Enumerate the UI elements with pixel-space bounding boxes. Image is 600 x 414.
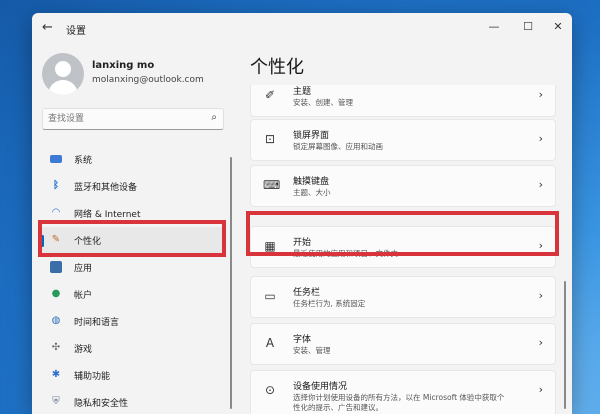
card-title: 锁屏界面	[293, 131, 330, 141]
card-subtitle-line: 选择你计划使用设备的所有方法，以在 Microsoft 体验中获取个	[293, 393, 505, 402]
shield-icon: ⛨	[52, 396, 60, 407]
chevron-right-icon: ›	[538, 383, 543, 396]
sidebar-item-privacy[interactable]: ⛨ 隐私和安全性	[40, 389, 226, 414]
search-input[interactable]	[48, 111, 198, 126]
keyboard-icon: ⌨	[263, 178, 281, 192]
card-subtitle: 任务栏行为, 系统固定	[293, 299, 366, 308]
lock-screen-icon: ⊡	[264, 132, 276, 146]
sidebar-item-personalization[interactable]: ✎ 个性化	[40, 227, 226, 254]
chevron-right-icon: ›	[538, 178, 543, 191]
sidebar-item-network[interactable]: ◠ 网络 & Internet	[40, 200, 226, 227]
chevron-right-icon: ›	[538, 336, 543, 349]
card-themes[interactable]: ✐ 主题 安装、创建、管理 ›	[250, 85, 556, 117]
sidebar-item-apps[interactable]: 应用	[40, 254, 226, 281]
maximize-button[interactable]: ☐	[514, 17, 542, 37]
apps-icon	[50, 261, 62, 273]
settings-content: ✐ 主题 安装、创建、管理 › ⊡ 锁屏界面 锁定屏幕图像、应用和动画 › ⌨ …	[250, 85, 556, 414]
chevron-right-icon: ›	[538, 289, 543, 302]
page-title: 个性化	[250, 57, 304, 78]
wifi-icon: ◠	[51, 207, 61, 218]
card-lock-screen[interactable]: ⊡ 锁屏界面 锁定屏幕图像、应用和动画 ›	[250, 119, 556, 161]
sidebar-item-system[interactable]: 系统	[40, 146, 226, 173]
card-subtitle: 选择你计划使用设备的所有方法，以在 Microsoft 体验中获取个 性化的提示…	[293, 393, 504, 413]
brush-icon: ✐	[264, 88, 276, 102]
device-usage-icon: ⊙	[264, 383, 276, 397]
bluetooth-icon: ᛒ	[53, 180, 59, 191]
account-icon: ●	[51, 288, 61, 299]
system-icon	[50, 155, 62, 163]
font-icon: A	[265, 336, 275, 350]
sidebar-item-accounts[interactable]: ● 帐户	[40, 281, 226, 308]
chevron-right-icon: ›	[538, 132, 543, 145]
active-indicator	[41, 235, 44, 247]
close-button[interactable]: ✕	[544, 17, 572, 37]
chevron-right-icon: ›	[538, 88, 543, 101]
card-title: 主题	[293, 87, 312, 97]
card-taskbar[interactable]: ▭ 任务栏 任务栏行为, 系统固定 ›	[250, 276, 556, 318]
sidebar-item-time-language[interactable]: ◍ 时间和语言	[40, 308, 226, 335]
minimize-button[interactable]: —	[480, 17, 508, 37]
back-arrow-icon[interactable]: ←	[42, 20, 53, 35]
card-subtitle-line: 性化的提示、广告和建议。	[293, 403, 383, 412]
card-subtitle: 安装、管理	[293, 346, 331, 355]
taskbar-icon: ▭	[264, 289, 276, 303]
gamepad-icon: ✣	[51, 342, 61, 353]
sidebar-item-label: 隐私和安全性	[74, 399, 129, 409]
card-subtitle: 锁定屏幕图像、应用和动画	[293, 142, 383, 151]
avatar-head	[55, 61, 71, 77]
avatar[interactable]	[42, 53, 84, 95]
card-touch-keyboard[interactable]: ⌨ 触摸键盘 主题、大小 ›	[250, 165, 556, 207]
sidebar-item-label: 游戏	[74, 345, 93, 355]
start-icon: ▦	[264, 239, 276, 253]
pen-icon: ✎	[51, 234, 61, 245]
sidebar-item-label: 应用	[74, 264, 93, 274]
sidebar-nav: 系统 ᛒ 蓝牙和其他设备 ◠ 网络 & Internet ✎ 个性化 应用 ● …	[40, 146, 226, 414]
sidebar-item-gaming[interactable]: ✣ 游戏	[40, 335, 226, 362]
sidebar-item-label: 系统	[74, 156, 93, 166]
card-title: 触摸键盘	[293, 177, 330, 187]
title-bar: ← 设置 — ☐ ✕	[32, 13, 572, 43]
globe-icon: ◍	[51, 315, 61, 326]
settings-window: ← 设置 — ☐ ✕ lanxing mo molanxing@outlook.…	[32, 13, 572, 414]
sidebar-item-bluetooth[interactable]: ᛒ 蓝牙和其他设备	[40, 173, 226, 200]
sidebar-item-accessibility[interactable]: ✱ 辅助功能	[40, 362, 226, 389]
card-device-usage[interactable]: ⊙ 设备使用情况 选择你计划使用设备的所有方法，以在 Microsoft 体验中…	[250, 370, 556, 414]
accessibility-icon: ✱	[51, 369, 61, 380]
sidebar-item-label: 蓝牙和其他设备	[74, 183, 138, 193]
sidebar-item-label: 时间和语言	[74, 318, 120, 328]
sidebar-item-label: 帐户	[74, 291, 93, 301]
card-subtitle: 最近使用的应用和项目、文件夹	[293, 249, 398, 258]
card-fonts[interactable]: A 字体 安装、管理 ›	[250, 323, 556, 365]
chevron-right-icon: ›	[538, 239, 543, 252]
user-name: lanxing mo	[92, 60, 155, 71]
card-title: 设备使用情况	[293, 382, 348, 392]
card-title: 开始	[293, 238, 312, 248]
card-subtitle: 主题、大小	[293, 188, 331, 197]
card-title: 任务栏	[293, 288, 321, 298]
user-email: molanxing@outlook.com	[92, 75, 204, 85]
sidebar-item-label: 个性化	[74, 237, 102, 247]
search-box[interactable]: ⌕	[42, 108, 224, 130]
content-scrollbar[interactable]	[564, 281, 566, 409]
search-icon[interactable]: ⌕	[211, 112, 217, 123]
card-subtitle: 安装、创建、管理	[293, 98, 353, 107]
sidebar-scrollbar[interactable]	[230, 157, 232, 409]
avatar-body	[48, 80, 78, 95]
sidebar-item-label: 网络 & Internet	[74, 210, 141, 220]
sidebar-item-label: 辅助功能	[74, 372, 111, 382]
card-title: 字体	[293, 335, 312, 345]
card-start[interactable]: ▦ 开始 最近使用的应用和项目、文件夹 ›	[250, 226, 556, 268]
app-title: 设置	[66, 26, 86, 37]
